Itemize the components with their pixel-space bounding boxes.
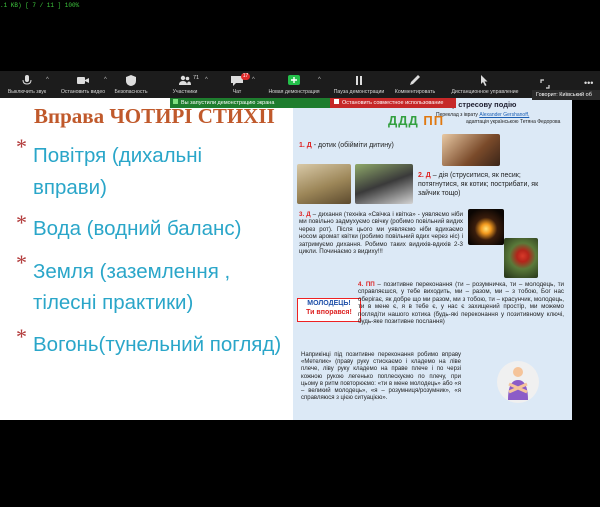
flower-photo	[504, 238, 538, 278]
chevron-up-icon[interactable]: ^	[318, 77, 321, 83]
pause-share-button[interactable]: Пауза демонстрации	[330, 71, 388, 98]
butterfly-hug-icon	[497, 361, 539, 403]
security-button[interactable]: Безопасность	[110, 71, 152, 98]
sharing-banner: Вы запустили демонстрацию экрана	[170, 98, 330, 108]
stop-video-button[interactable]: Остановить видео	[56, 71, 110, 98]
paragraph-butterfly: Наприкінці під позитивне переконання роб…	[301, 352, 461, 402]
speaking-indicator: Говорит: Київський об	[532, 90, 600, 100]
slide-item-earth: Земля (заземлення ,	[33, 260, 231, 283]
stop-icon	[334, 99, 339, 104]
ddd-pp-heading: ДДД ПП	[388, 113, 445, 128]
microphone-icon	[22, 75, 32, 85]
paragraph-touch: 1. Д - дотик (обійміти дитину)	[299, 142, 394, 149]
paragraph-positive: 4. ПП – позитивне переконання (ти – розу…	[358, 281, 564, 326]
share-status-icon	[173, 99, 178, 104]
status-text: .1 KB) [ 7 / 11 ] 100%	[0, 2, 80, 9]
chevron-up-icon[interactable]: ^	[46, 77, 49, 83]
bullet-icon: *	[16, 250, 27, 275]
document-header: у стресову подію	[452, 100, 517, 109]
video-camera-icon	[77, 77, 89, 84]
pen-icon	[410, 75, 420, 85]
well-done-stamp: МОЛОДЕЦЬ! Ти впорався!	[297, 298, 361, 322]
expand-icon[interactable]	[540, 79, 550, 89]
cat-photo	[297, 164, 351, 204]
candle-photo	[468, 209, 504, 245]
shield-icon	[126, 75, 136, 86]
participants-icon	[179, 75, 191, 85]
meeting-toolbar: Выключить звук ^ Остановить видео ^ Безо…	[0, 71, 600, 98]
annotate-button[interactable]: Комментировать	[390, 71, 440, 98]
share-screen-icon	[288, 75, 300, 85]
remote-control-button[interactable]: Дистанционное управление	[445, 71, 525, 98]
chevron-up-icon[interactable]: ^	[252, 77, 255, 83]
remote-control-icon	[481, 75, 488, 86]
mute-button[interactable]: Выключить звук	[4, 71, 50, 98]
hug-photo	[442, 134, 500, 166]
bullet-icon: *	[16, 134, 27, 159]
bullet-icon: *	[16, 324, 27, 349]
credit-line-2: адаптація українською Тетяна Федорова	[466, 119, 561, 125]
more-icon[interactable]: •••	[584, 79, 593, 88]
chat-badge: 17	[241, 73, 250, 80]
stop-share-button[interactable]: Остановить совместное использование	[330, 98, 456, 108]
new-share-button[interactable]: Новая демонстрация	[265, 71, 323, 98]
dog-photo	[355, 164, 413, 204]
paragraph-breathing: 3. Д – дихання (техніка «Свічка і квітка…	[299, 211, 463, 256]
pause-icon	[356, 76, 362, 85]
slide-item-water: Вода (водний баланс)	[33, 217, 242, 240]
paragraph-action: 2. Д – дія (струситися, як песик; потягн…	[418, 172, 539, 197]
chevron-up-icon[interactable]: ^	[104, 77, 107, 83]
slide-item-air: Повітря (дихальні	[33, 144, 203, 167]
chevron-up-icon[interactable]: ^	[205, 77, 208, 83]
slide-item-air-cont: вправи)	[33, 176, 107, 199]
slide-item-earth-cont: тілесні практики)	[33, 291, 194, 314]
participants-count: 71	[193, 75, 200, 81]
slide-item-fire: Вогонь(тунельний погляд)	[33, 333, 282, 356]
bullet-icon: *	[16, 210, 27, 235]
